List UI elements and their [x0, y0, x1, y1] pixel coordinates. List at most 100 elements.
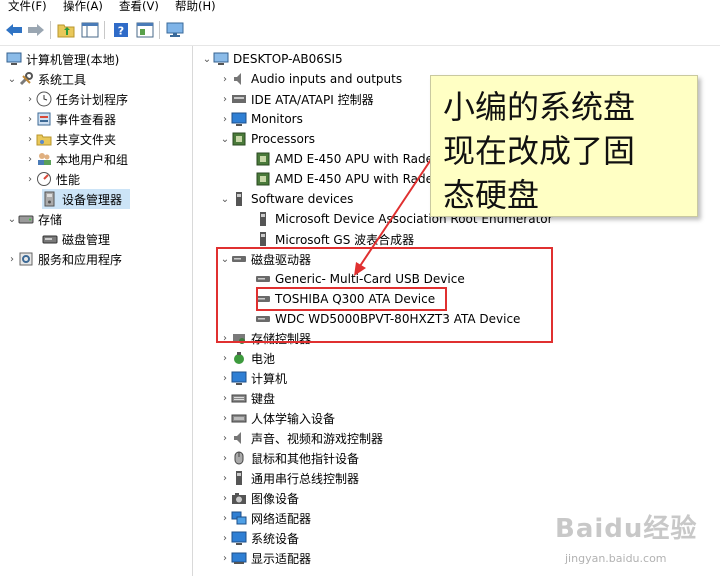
chevron-right-icon[interactable]: ›	[6, 253, 18, 265]
computer-management-icon	[6, 51, 22, 67]
chevron-right-icon[interactable]: ›	[219, 512, 231, 524]
category-processors[interactable]: ⌄ Processors	[219, 129, 315, 149]
tree-label: 事件查看器	[56, 112, 117, 127]
category-ide[interactable]: › IDE ATA/ATAPI 控制器	[219, 89, 374, 109]
chevron-right-icon[interactable]: ›	[219, 372, 231, 384]
software-device-icon	[255, 231, 271, 247]
tree-item-computer-management[interactable]: 计算机管理(本地)	[6, 49, 119, 69]
show-hide-tree-button[interactable]	[80, 20, 100, 40]
category-sound[interactable]: › 声音、视频和游戏控制器	[219, 428, 383, 448]
chevron-right-icon[interactable]: ›	[219, 93, 231, 105]
category-computer[interactable]: › 计算机	[219, 368, 287, 388]
tree-item-task-scheduler[interactable]: › 任务计划程序	[24, 89, 128, 109]
note-line-1: 小编的系统盘	[443, 88, 636, 126]
category-imaging[interactable]: › 图像设备	[219, 488, 299, 508]
clock-icon	[36, 91, 52, 107]
chevron-right-icon[interactable]: ›	[219, 412, 231, 424]
chevron-down-icon[interactable]: ⌄	[219, 133, 231, 145]
chevron-down-icon[interactable]: ⌄	[219, 193, 231, 205]
monitor-icon	[166, 22, 184, 37]
tree-label: 设备管理器	[62, 192, 123, 207]
chevron-right-icon[interactable]: ›	[219, 352, 231, 364]
processor-icon	[255, 171, 271, 187]
device-root-computer[interactable]: ⌄ DESKTOP-AB06SI5	[201, 49, 343, 69]
properties-button[interactable]	[135, 20, 155, 40]
chevron-right-icon[interactable]: ›	[24, 173, 36, 185]
chevron-right-icon[interactable]: ›	[219, 552, 231, 564]
menu-action[interactable]: 操作(A)	[63, 0, 103, 13]
tree-item-performance[interactable]: › 性能	[24, 169, 80, 189]
computer-icon	[231, 370, 247, 386]
category-battery[interactable]: › 电池	[219, 348, 275, 368]
category-software-devices[interactable]: ⌄ Software devices	[219, 189, 353, 209]
scan-hardware-button[interactable]	[165, 20, 185, 40]
category-system[interactable]: › 系统设备	[219, 528, 299, 548]
tree-label: 性能	[56, 172, 81, 187]
chevron-right-icon[interactable]: ›	[219, 392, 231, 404]
tree-item-services-apps[interactable]: › 服务和应用程序	[6, 249, 122, 269]
mouse-icon	[231, 450, 247, 466]
category-keyboard[interactable]: › 键盘	[219, 388, 275, 408]
up-button[interactable]	[56, 20, 76, 40]
chevron-right-icon[interactable]: ›	[24, 133, 36, 145]
forward-icon	[28, 24, 44, 36]
watermark-url: jingyan.baidu.com	[565, 552, 667, 565]
chevron-down-icon[interactable]: ⌄	[6, 73, 18, 85]
tree-item-event-viewer[interactable]: › 事件查看器	[24, 109, 116, 129]
chevron-right-icon[interactable]: ›	[219, 492, 231, 504]
chevron-right-icon[interactable]: ›	[219, 472, 231, 484]
tree-label: 共享文件夹	[56, 132, 117, 147]
category-network[interactable]: › 网络适配器	[219, 508, 311, 528]
device-label: Monitors	[251, 112, 303, 126]
tree-item-local-users[interactable]: › 本地用户和组	[24, 149, 128, 169]
chevron-right-icon[interactable]: ›	[219, 113, 231, 125]
help-icon: ?	[114, 23, 128, 38]
device-manager-icon	[42, 191, 58, 207]
chevron-right-icon[interactable]: ›	[24, 93, 36, 105]
device-label: 图像设备	[251, 491, 300, 506]
camera-icon	[231, 490, 247, 506]
device-label: 人体学输入设备	[251, 411, 336, 426]
software-device-icon	[231, 191, 247, 207]
category-hid[interactable]: › 人体学输入设备	[219, 408, 335, 428]
category-monitors[interactable]: › Monitors	[219, 109, 303, 129]
device-software-2[interactable]: Microsoft GS 波表合成器	[255, 229, 414, 249]
battery-icon	[231, 350, 247, 366]
processor-icon	[231, 131, 247, 147]
display-adapter-icon	[231, 550, 247, 566]
chevron-right-icon[interactable]: ›	[24, 153, 36, 165]
tree-item-system-tools[interactable]: ⌄ 系统工具	[6, 69, 86, 89]
device-label: DESKTOP-AB06SI5	[233, 52, 343, 66]
watermark-brand: Baidu经验	[555, 514, 698, 544]
tree-item-disk-management[interactable]: 磁盘管理	[42, 229, 110, 249]
annotation-note: 小编的系统盘 现在改成了固 态硬盘	[430, 75, 698, 217]
disk-management-icon	[42, 231, 58, 247]
menu-help[interactable]: 帮助(H)	[175, 0, 216, 13]
tree-item-device-manager[interactable]: 设备管理器	[42, 189, 130, 209]
chevron-right-icon[interactable]: ›	[219, 452, 231, 464]
help-button[interactable]: ?	[111, 20, 131, 40]
chevron-right-icon[interactable]: ›	[219, 432, 231, 444]
menu-file[interactable]: 文件(F)	[8, 0, 47, 13]
device-label: 电池	[251, 351, 276, 366]
speaker-icon	[231, 430, 247, 446]
chevron-down-icon[interactable]: ⌄	[201, 53, 213, 65]
tree-item-storage[interactable]: ⌄ 存储	[6, 209, 62, 229]
category-mouse[interactable]: › 鼠标和其他指针设备	[219, 448, 359, 468]
tree-item-shared-folders[interactable]: › 共享文件夹	[24, 129, 116, 149]
system-device-icon	[231, 530, 247, 546]
device-label: 声音、视频和游戏控制器	[251, 431, 384, 446]
chevron-right-icon[interactable]: ›	[219, 532, 231, 544]
computer-icon	[213, 51, 229, 67]
forward-button[interactable]	[26, 20, 46, 40]
chevron-right-icon[interactable]: ›	[24, 113, 36, 125]
category-audio[interactable]: › Audio inputs and outputs	[219, 69, 402, 89]
back-button[interactable]	[4, 20, 24, 40]
show-hide-tree-icon	[81, 22, 99, 38]
chevron-right-icon[interactable]: ›	[219, 73, 231, 85]
category-display[interactable]: › 显示适配器	[219, 548, 311, 568]
menu-view[interactable]: 查看(V)	[119, 0, 159, 13]
category-usb[interactable]: › 通用串行总线控制器	[219, 468, 359, 488]
chevron-down-icon[interactable]: ⌄	[6, 213, 18, 225]
usb-icon	[231, 470, 247, 486]
